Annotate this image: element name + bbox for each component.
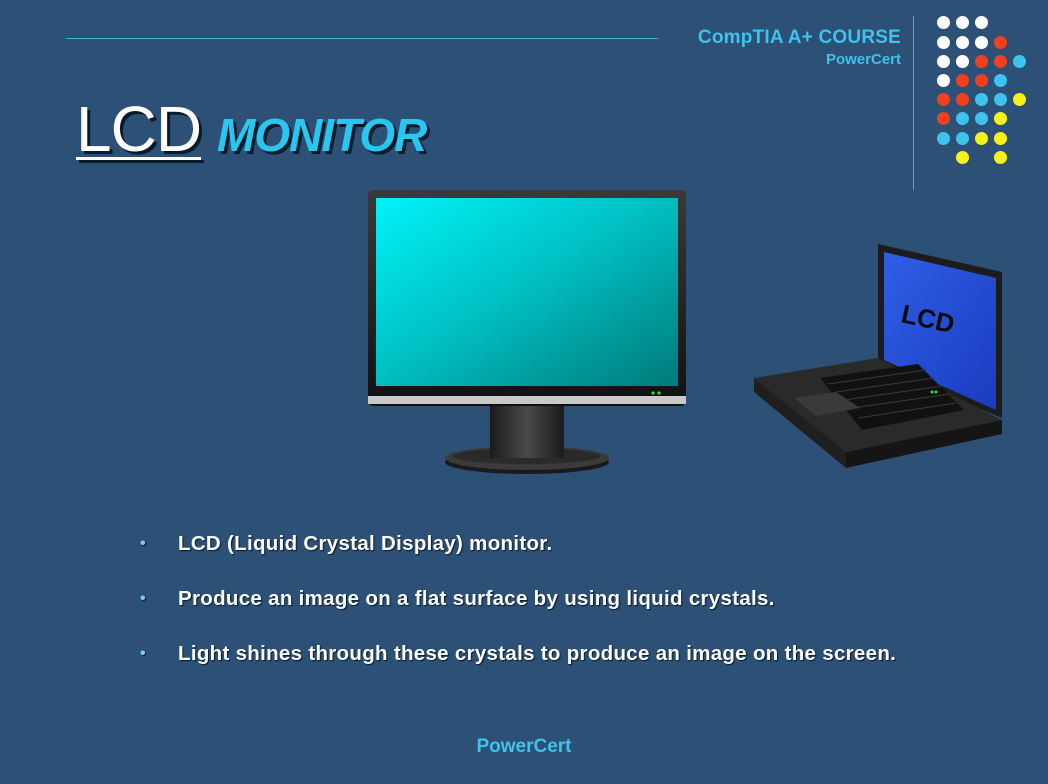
bullet-marker: • [140, 645, 146, 662]
bullet-marker: • [140, 535, 146, 552]
dot [956, 55, 969, 68]
dot [1013, 55, 1026, 68]
dot [956, 74, 969, 87]
dot [937, 132, 950, 145]
dot [956, 16, 969, 29]
dot [956, 93, 969, 106]
dot [994, 112, 1007, 125]
dot [975, 55, 988, 68]
dot [994, 74, 1007, 87]
list-item: • LCD (Liquid Crystal Display) monitor. [136, 530, 926, 557]
header-divider [913, 16, 914, 190]
dot [975, 74, 988, 87]
dot [975, 36, 988, 49]
dot [975, 93, 988, 106]
dot [994, 55, 1007, 68]
dot [937, 74, 950, 87]
bullet-text: Light shines through these crystals to p… [178, 642, 897, 665]
lcd-laptop-image: LCD [750, 238, 1006, 468]
dot [1013, 93, 1026, 106]
slide-title-main: LCD [76, 93, 202, 165]
dot [994, 151, 1007, 164]
dot [994, 132, 1007, 145]
dot [956, 151, 969, 164]
list-item: • Light shines through these crystals to… [136, 640, 926, 667]
dot [994, 93, 1007, 106]
slide-title: LCD MONITOR [76, 92, 427, 166]
footer-brand: PowerCert [476, 736, 572, 757]
lcd-monitor-image [362, 186, 692, 478]
decorative-dot-grid [930, 10, 1040, 170]
course-brand: PowerCert [825, 51, 901, 68]
dot [975, 16, 988, 29]
dot [937, 93, 950, 106]
bullet-marker: • [140, 590, 146, 607]
dot [937, 55, 950, 68]
dot [937, 36, 950, 49]
dot [994, 36, 1007, 49]
dot [956, 36, 969, 49]
dot [975, 132, 988, 145]
dot [956, 132, 969, 145]
dot [937, 16, 950, 29]
bullet-text: Produce an image on a flat surface by us… [178, 587, 775, 610]
course-title: CompTIA A+ COURSE [697, 27, 901, 48]
list-item: • Produce an image on a flat surface by … [136, 585, 926, 612]
slide-title-sub: MONITOR [217, 109, 427, 161]
dot [956, 112, 969, 125]
dot [937, 112, 950, 125]
bullet-text: LCD (Liquid Crystal Display) monitor. [178, 532, 553, 555]
dot [975, 112, 988, 125]
header-rule [66, 38, 658, 39]
bullet-list: • LCD (Liquid Crystal Display) monitor. … [136, 530, 926, 695]
